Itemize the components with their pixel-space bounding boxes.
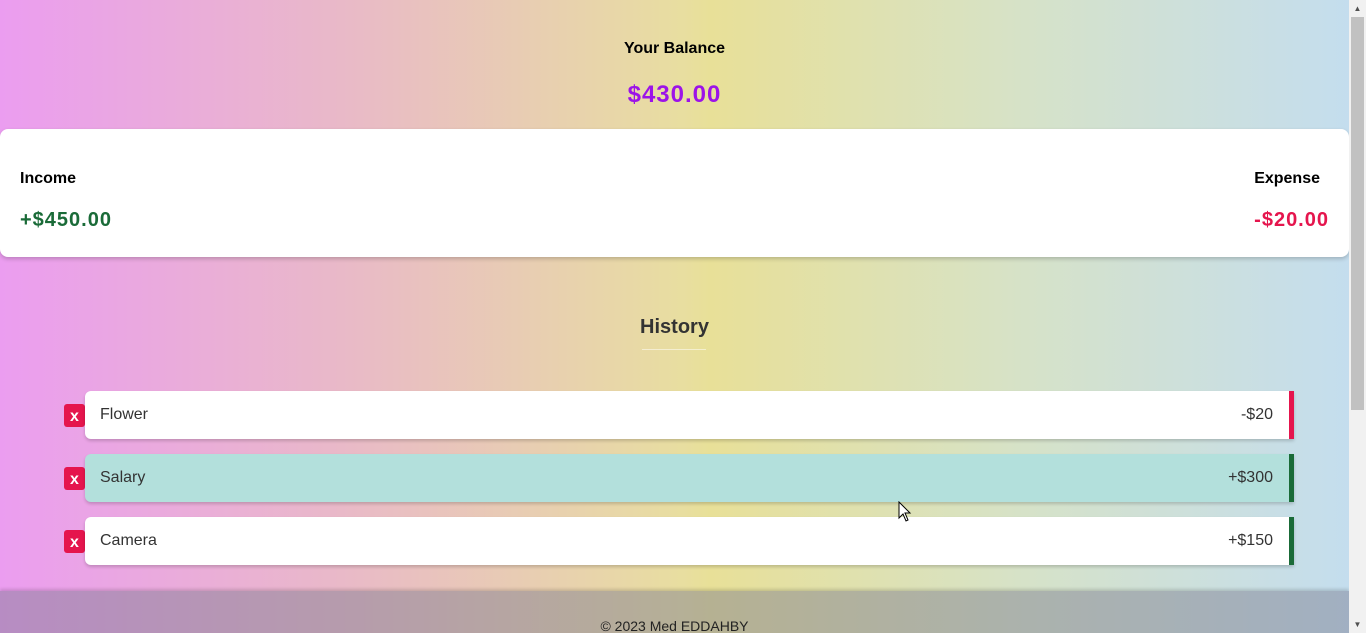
scrollbar-thumb[interactable] (1351, 17, 1364, 410)
transaction-list: x Flower -$20 x Salary +$300 x Camera +$… (64, 391, 1299, 580)
mouse-cursor-icon (898, 501, 912, 522)
balance-title: Your Balance (623, 40, 726, 57)
scroll-down-arrow-icon[interactable]: ▼ (1349, 616, 1366, 633)
transaction-item: x Salary +$300 (64, 454, 1299, 502)
transaction-amount: +$300 (1228, 469, 1273, 486)
transaction-row[interactable]: Flower -$20 (85, 391, 1294, 439)
income-amount: +$450.00 (20, 209, 112, 231)
footer: © 2023 Med EDDAHBY (0, 591, 1349, 633)
vertical-scrollbar[interactable]: ▲ ▼ (1349, 0, 1366, 633)
transaction-name: Flower (100, 406, 149, 423)
delete-transaction-button[interactable]: x (64, 404, 85, 427)
transaction-amount: -$20 (1240, 406, 1273, 423)
transaction-name: Camera (100, 532, 157, 549)
delete-transaction-button[interactable]: x (64, 530, 85, 553)
transaction-item: x Flower -$20 (64, 391, 1299, 439)
transaction-amount: +$150 (1228, 532, 1273, 549)
delete-transaction-button[interactable]: x (64, 467, 85, 490)
history-underline (642, 349, 706, 350)
transaction-name: Salary (100, 469, 146, 486)
transaction-row[interactable]: Salary +$300 (85, 454, 1294, 502)
transaction-item: x Camera +$150 (64, 517, 1299, 565)
scroll-up-arrow-icon[interactable]: ▲ (1349, 0, 1366, 17)
balance-amount: $430.00 (627, 81, 722, 108)
history-title: History (640, 316, 709, 338)
income-label: Income (20, 170, 77, 187)
expense-tracker-page: Your Balance $430.00 Income +$450.00 Exp… (0, 0, 1349, 633)
expense-amount: -$20.00 (1254, 209, 1329, 231)
income-expense-card: Income +$450.00 Expense -$20.00 (0, 129, 1349, 257)
footer-copyright: © 2023 Med EDDAHBY (600, 618, 749, 633)
transaction-row[interactable]: Camera +$150 (85, 517, 1294, 565)
expense-label: Expense (1254, 170, 1320, 187)
